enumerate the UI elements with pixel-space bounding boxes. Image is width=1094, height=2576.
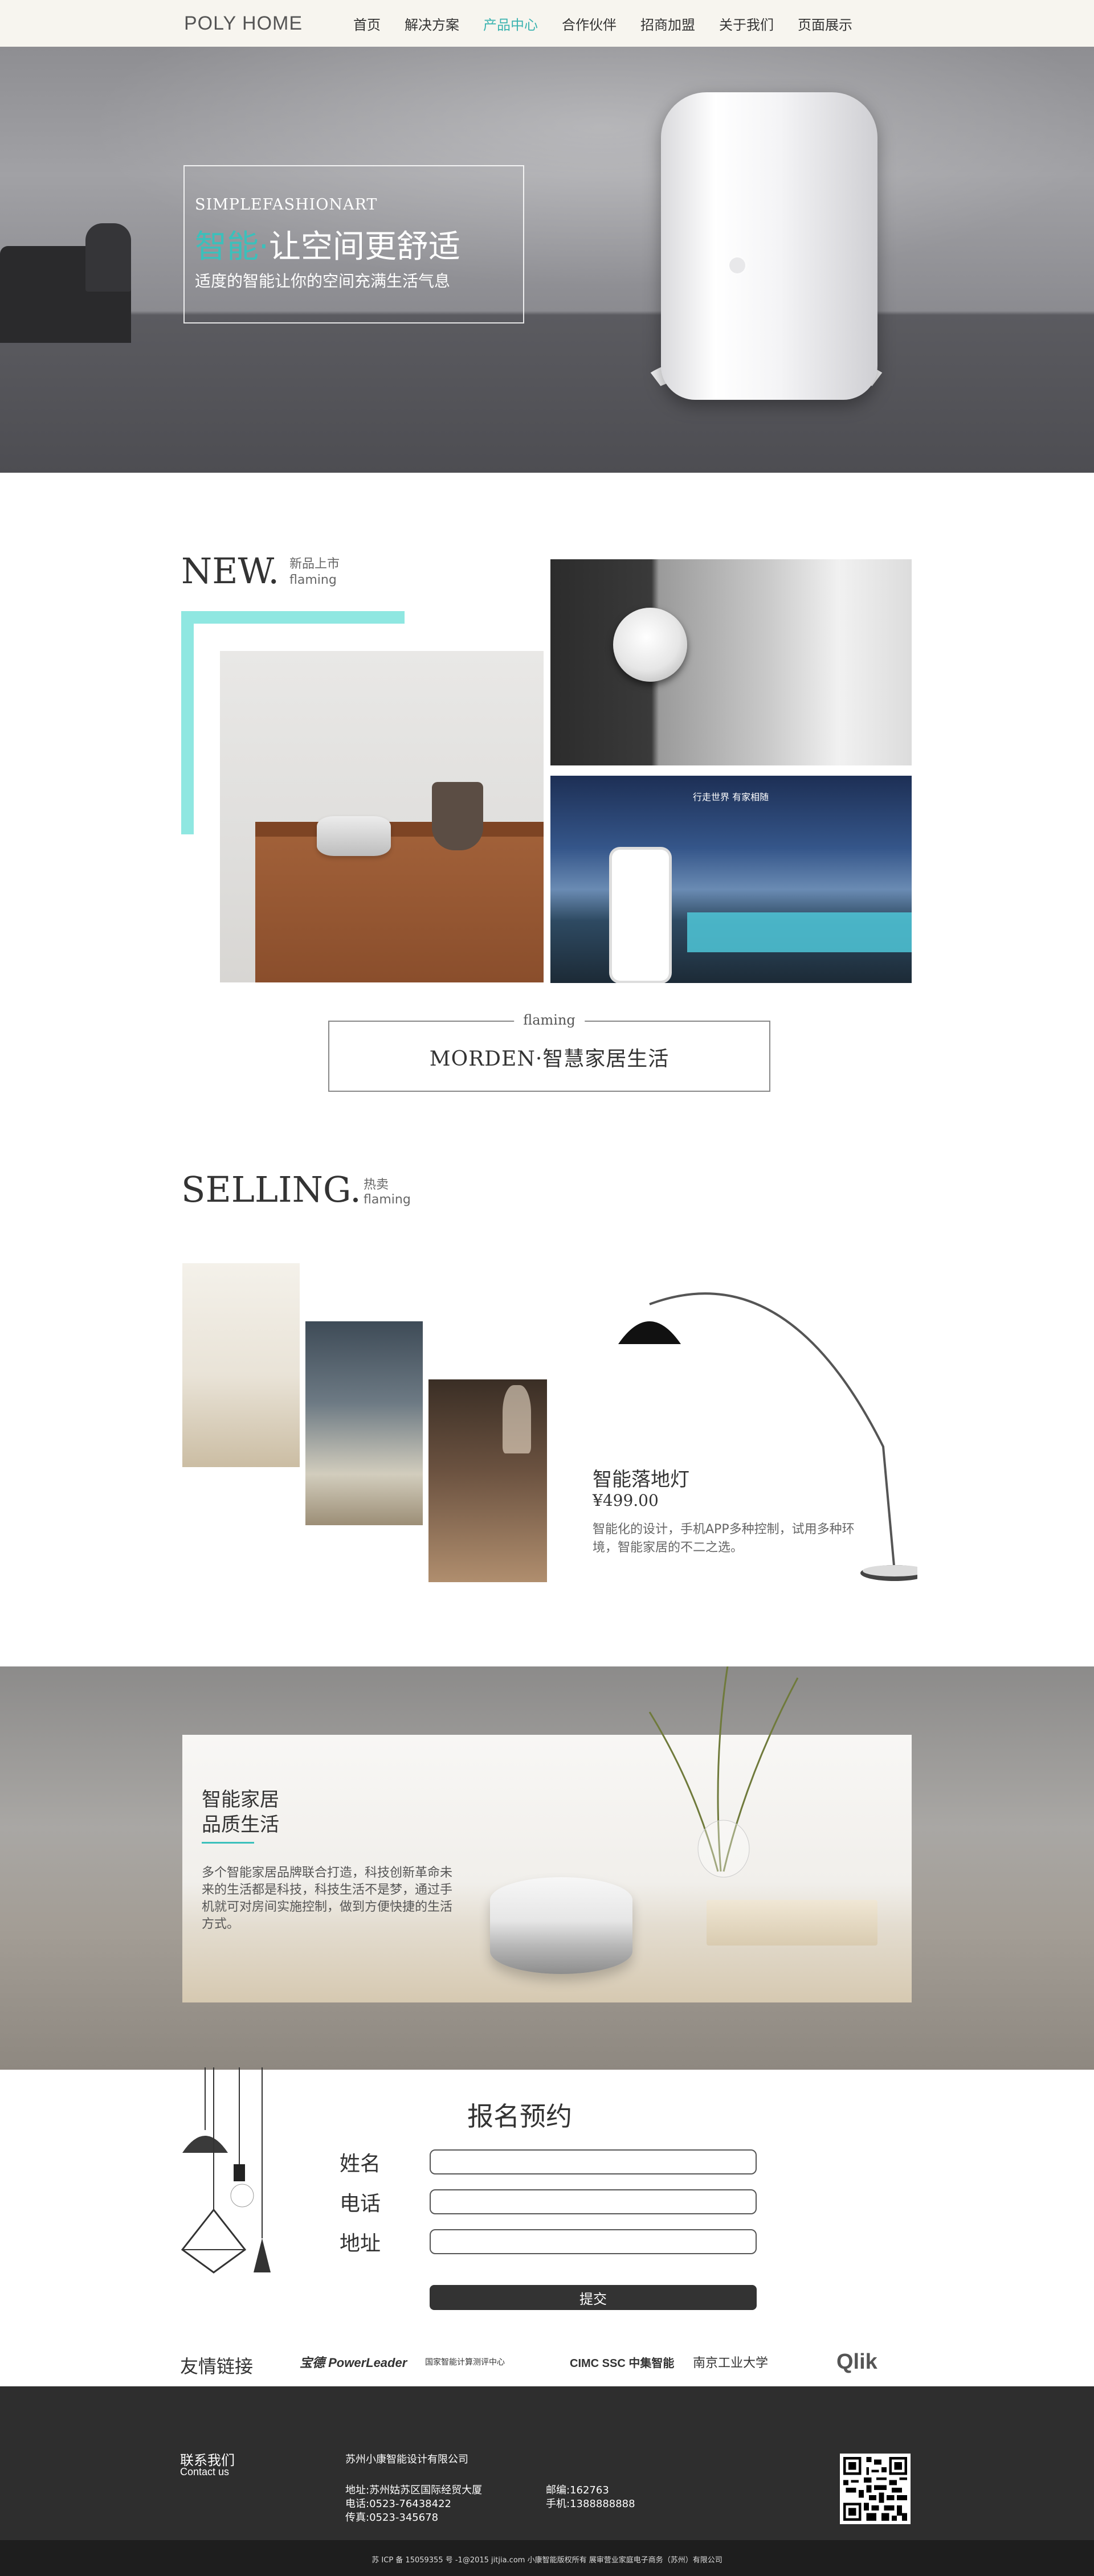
nav-item-partners[interactable]: 合作伙伴 xyxy=(562,14,617,34)
product-name[interactable]: 智能落地灯 xyxy=(593,1464,689,1492)
company-postcode: 邮编:162763 xyxy=(546,2484,609,2496)
nav-item-products[interactable]: 产品中心 xyxy=(483,14,538,34)
pool-image xyxy=(687,912,912,952)
selling-image-floor-lamp[interactable] xyxy=(428,1379,547,1582)
morden-label: flaming xyxy=(514,1012,585,1028)
wood-table-image xyxy=(255,822,544,982)
hero-description: 适度的智能让你的空间充满生活气息 xyxy=(195,272,451,290)
contact-subtitle: Contact us xyxy=(180,2466,230,2477)
hero-subtitle: SIMPLEFASHIONART xyxy=(195,196,378,214)
books-image xyxy=(707,1900,877,1946)
company-mobile: 手机:1388888888 xyxy=(546,2498,635,2510)
new-product-image-switch[interactable] xyxy=(550,559,912,765)
new-section-sub-en: flaming xyxy=(289,573,337,587)
company-fax: 传真:0523-345678 xyxy=(345,2512,439,2524)
nav-item-solutions[interactable]: 解决方案 xyxy=(405,14,459,34)
hero-title-rest: 让空间更舒适 xyxy=(268,228,460,265)
name-input[interactable] xyxy=(430,2149,757,2174)
lamp-glow-image xyxy=(503,1385,531,1453)
partner-link-powerleader[interactable]: 宝德 PowerLeader xyxy=(300,2349,407,2374)
site-header: POLY HOME 首页 解决方案 产品中心 合作伙伴 招商加盟 关于我们 页面… xyxy=(0,0,1094,47)
friend-links-label: 友情链接 xyxy=(180,2356,254,2377)
decor-cyan-bar-vertical xyxy=(181,611,194,834)
company-phone: 电话:0523-76438422 xyxy=(345,2498,451,2510)
product-price: ¥499.00 xyxy=(593,1491,659,1510)
hero-title-accent: 智能· xyxy=(195,228,269,265)
hero-wall-light xyxy=(0,47,1094,314)
site-footer: 联系我们 Contact us 苏州小康智能设计有限公司 地址:苏州姑苏区国际经… xyxy=(0,2386,1094,2540)
phone-input[interactable] xyxy=(430,2189,757,2214)
partner-link-university[interactable]: 南京工业大学 xyxy=(693,2349,768,2374)
nav-item-franchise[interactable]: 招商加盟 xyxy=(640,14,695,34)
pendant-lamps-illustration xyxy=(181,2067,271,2274)
phone-label: 电话 xyxy=(340,2192,381,2215)
smart-device-image xyxy=(661,92,877,400)
partner-link-cimc[interactable]: CIMC SSC 中集智能 xyxy=(570,2349,674,2374)
hero-text-box: SIMPLEFASHIONART 智能·让空间更舒适 适度的智能让你的空间充满生… xyxy=(183,165,524,323)
hero-title: 智能·让空间更舒适 xyxy=(195,221,460,267)
morden-text: MORDEN·智慧家居生活 xyxy=(429,1047,670,1071)
app-image-caption: 行走世界 有家相随 xyxy=(693,792,769,802)
selling-section-title: SELLING. xyxy=(181,1169,361,1210)
partner-link-qlik[interactable]: Qlik xyxy=(836,2349,877,2374)
qr-code-pattern xyxy=(843,2457,907,2521)
address-label: 地址 xyxy=(340,2232,381,2255)
signup-form-title: 报名预约 xyxy=(467,2101,572,2132)
new-product-image-speaker[interactable] xyxy=(220,651,544,982)
new-section-title: NEW. xyxy=(181,550,280,592)
lifestyle-title: 智能家居 品质生活 xyxy=(202,1788,279,1836)
lifestyle-description: 多个智能家居品牌联合打造，科技创新革命未来的生活都是科技，科技生活不是梦，通过手… xyxy=(202,1866,453,1931)
hero-sofa-image xyxy=(0,223,131,343)
copyright-bar: 苏 ICP 备 15059355 号 -1@2015 jitjia.com 小康… xyxy=(0,2540,1094,2576)
nav-item-showcase[interactable]: 页面展示 xyxy=(798,14,852,34)
logo[interactable]: POLY HOME xyxy=(184,13,303,35)
hero-banner: SIMPLEFASHIONART 智能·让空间更舒适 适度的智能让你的空间充满生… xyxy=(0,47,1094,473)
speaker-image xyxy=(317,816,391,856)
morden-banner-box: flaming MORDEN·智慧家居生活 xyxy=(328,1012,770,1092)
name-label: 姓名 xyxy=(340,2152,381,2176)
selling-image-chair[interactable] xyxy=(305,1321,423,1525)
new-product-image-app[interactable]: 行走世界 有家相随 xyxy=(550,776,912,983)
nav-item-about[interactable]: 关于我们 xyxy=(719,14,774,34)
lifestyle-banner: 智能家居 品质生活 多个智能家居品牌联合打造，科技创新革命未来的生活都是科技，科… xyxy=(0,1666,1094,2070)
product-description: 智能化的设计，手机APP多种控制，试用多种环境，智能家居的不二之选。 xyxy=(593,1522,855,1555)
submit-button[interactable]: 提交 xyxy=(430,2285,757,2310)
plant-image xyxy=(648,1666,799,1878)
vase-image xyxy=(432,782,483,850)
selling-section-sub-cn: 热卖 xyxy=(364,1178,389,1192)
phone-image xyxy=(612,850,669,981)
company-name: 苏州小康智能设计有限公司 xyxy=(345,2454,468,2466)
company-address: 地址:苏州姑苏区国际经贸大厦 xyxy=(345,2484,483,2496)
new-section-sub-cn: 新品上市 xyxy=(289,557,340,571)
wall-switch-image xyxy=(613,608,687,682)
decor-cyan-bar-horizontal xyxy=(181,611,405,624)
speaker-image xyxy=(490,1877,632,1974)
selling-section-sub-en: flaming xyxy=(364,1193,411,1207)
partner-link-computing-center[interactable]: 国家智能计算测评中心 xyxy=(425,2349,505,2374)
lifestyle-title-underline xyxy=(202,1842,254,1844)
nav-item-home[interactable]: 首页 xyxy=(353,14,381,34)
qr-code-image[interactable] xyxy=(840,2454,911,2524)
address-input[interactable] xyxy=(430,2229,757,2254)
selling-image-living-room[interactable] xyxy=(182,1263,300,1467)
copyright-text: 苏 ICP 备 15059355 号 -1@2015 jitjia.com 小康… xyxy=(372,2556,722,2565)
main-nav: 首页 解决方案 产品中心 合作伙伴 招商加盟 关于我们 页面展示 xyxy=(353,0,876,47)
